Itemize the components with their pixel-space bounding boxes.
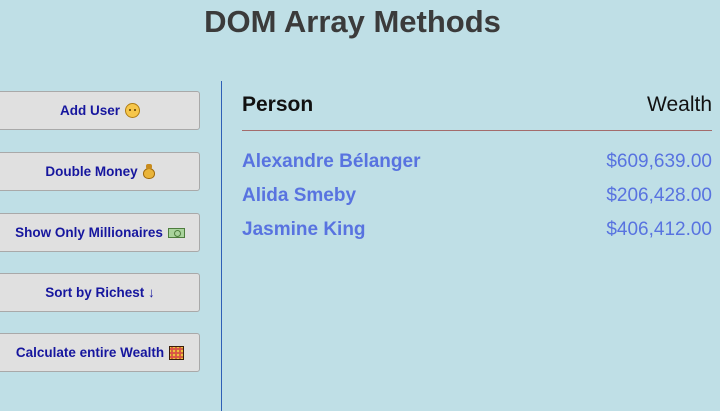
money-bag-icon [142,164,155,179]
double-money-button[interactable]: Double Money [0,152,200,191]
person-wealth: $406,412.00 [606,219,712,240]
wealth-column-header: Wealth [647,93,712,116]
person-name: Jasmine King [242,219,366,240]
person-wealth: $609,639.00 [606,151,712,172]
calculate-wealth-button[interactable]: Calculate entire Wealth [0,333,200,372]
table-row: Alexandre Bélanger $609,639.00 [242,151,712,185]
person-column-header: Person [242,93,314,116]
abacus-icon [169,345,185,360]
page-title: DOM Array Methods [204,4,501,39]
sort-richest-label: Sort by Richest ↓ [45,285,155,300]
table-row: Alida Smeby $206,428.00 [242,185,712,219]
person-name: Alexandre Bélanger [242,151,421,172]
person-name: Alida Smeby [242,185,357,206]
face-emoji-icon [125,103,140,118]
sort-richest-button[interactable]: Sort by Richest ↓ [0,273,200,312]
person-list: Alexandre Bélanger $609,639.00 Alida Sme… [242,151,712,253]
calculate-wealth-label: Calculate entire Wealth [15,345,165,360]
show-millionaires-label: Show Only Millionaires [15,225,163,240]
show-millionaires-button[interactable]: Show Only Millionaires [0,213,200,252]
dollar-bill-icon [167,227,185,238]
vertical-divider [221,81,222,411]
table-row: Jasmine King $406,412.00 [242,219,712,253]
add-user-button[interactable]: Add User [0,91,200,130]
person-wealth: $206,428.00 [606,185,712,206]
wealth-table: Person Wealth Alexandre Bélanger $609,63… [242,89,712,253]
table-header: Person Wealth [242,89,712,131]
double-money-label: Double Money [45,164,138,179]
add-user-label: Add User [59,103,120,118]
